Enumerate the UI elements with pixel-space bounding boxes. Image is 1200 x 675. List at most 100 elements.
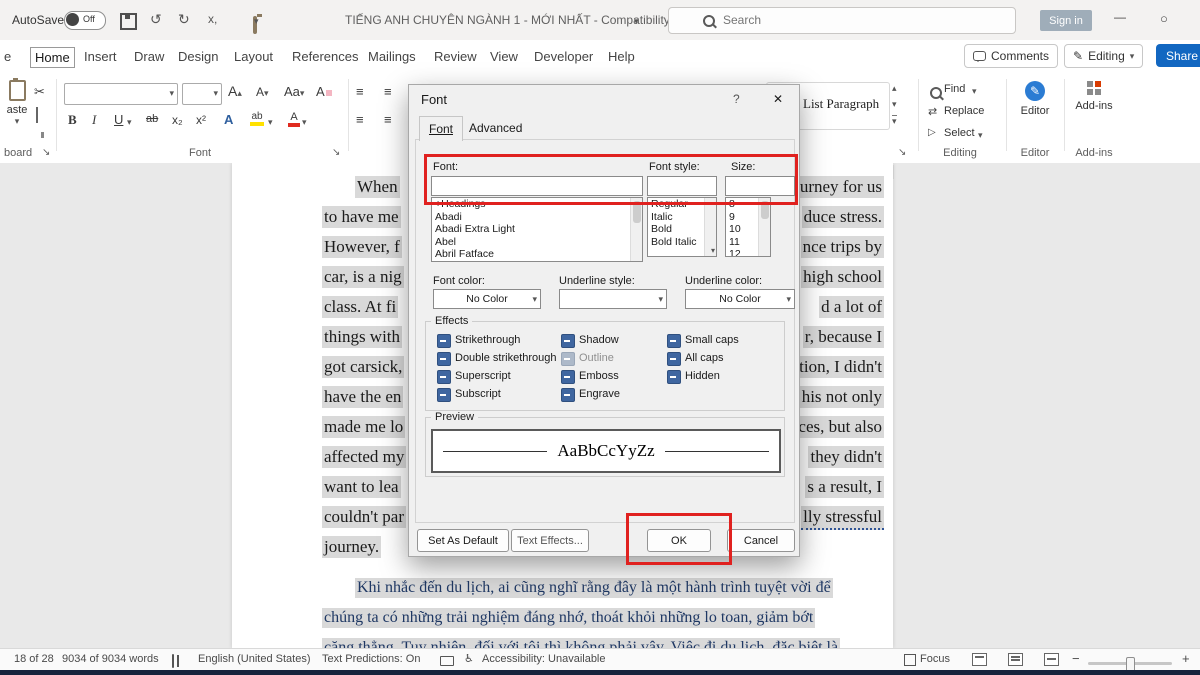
font-style-list[interactable]: Regular Italic Bold Bold Italic ▾ [647,197,717,257]
shrink-font-button[interactable]: A▾ [256,85,269,99]
strikethrough-checkbox-label[interactable]: Strikethrough [455,334,520,346]
subscript-checkbox[interactable] [437,388,451,402]
style-list-scrollbar[interactable]: ▾ [704,198,716,256]
doc-line[interactable]: class. At fi [322,296,398,318]
font-list-item[interactable]: Abril Fatface [432,248,642,261]
outline-checkbox[interactable] [561,352,575,366]
doc-line-vietnamese[interactable]: chúng ta có những trải nghiệm đáng nhớ, … [322,608,815,628]
print-layout-icon[interactable] [1008,653,1023,666]
doc-line[interactable]: d a lot of [819,296,884,318]
doc-line[interactable]: nce trips by [801,236,884,258]
bullets-button[interactable]: ≡ [356,84,364,99]
styles-scroll-up-icon[interactable]: ▴ [892,83,897,94]
double-strikethrough-checkbox-label[interactable]: Double strikethrough [455,352,557,364]
doc-line[interactable]: duce stress. [802,206,884,228]
font-list-item[interactable]: Abadi [432,211,642,224]
align-left-button[interactable]: ≡ [356,112,364,127]
display-settings-icon[interactable] [440,656,454,666]
editing-mode-button[interactable]: ✎ Editing ▾ [1064,44,1143,68]
doc-line[interactable]: r, because I [803,326,884,348]
change-case-button[interactable]: Aa▾ [284,84,304,99]
emboss-checkbox-label[interactable]: Emboss [579,370,619,382]
strikethrough-checkbox[interactable] [437,334,451,348]
tab-review[interactable]: Review [430,47,481,66]
doc-line[interactable]: journey. [322,536,381,558]
styles-scroll-down-icon[interactable]: ▾ [892,99,897,110]
dialog-help-icon[interactable]: ? [733,92,740,106]
replace-button[interactable]: Replace [944,105,984,117]
engrave-checkbox[interactable] [561,388,575,402]
bold-button[interactable]: B [68,112,77,128]
doc-line[interactable]: want to lea [322,476,401,498]
engrave-checkbox-label[interactable]: Engrave [579,388,620,400]
styles-launcher-icon[interactable]: ↘ [898,147,906,158]
paste-button[interactable]: aste ▾ [2,80,32,127]
double-strikethrough-checkbox[interactable] [437,352,451,366]
font-size-list[interactable]: 8 9 10 11 12 [725,197,771,257]
font-color-button[interactable]: A [288,111,300,127]
scrollbar-thumb[interactable] [761,201,769,219]
add-ins-button[interactable]: Add-ins [1070,81,1118,112]
scroll-down-icon[interactable]: ▾ [711,246,715,255]
minimize-icon[interactable]: — [1114,10,1126,24]
text-predictions-indicator[interactable]: Text Predictions: On [322,653,420,665]
access-icon[interactable]: ♿ [464,652,474,665]
font-list-item[interactable]: Abel [432,236,642,249]
tab-help[interactable]: Help [604,47,639,66]
doc-line[interactable]: When [355,176,400,198]
hidden-checkbox[interactable] [667,370,681,384]
window-restore-icon[interactable]: ○ [1160,11,1168,26]
page-indicator[interactable]: 18 of 28 [14,653,54,665]
doc-line[interactable]: to have me [322,206,401,228]
all-caps-checkbox-label[interactable]: All caps [685,352,724,364]
dialog-title-bar[interactable]: Font ? ✕ [409,85,799,113]
font-color-dropdown[interactable]: No Color ▾ [433,289,541,309]
doc-line[interactable]: they didn't [808,446,884,468]
doc-line[interactable]: s a result, I [805,476,884,498]
scrollbar-thumb[interactable] [633,201,641,223]
emboss-checkbox[interactable] [561,370,575,384]
copy-icon[interactable] [36,107,38,123]
doc-line[interactable]: high school [801,266,884,288]
dialog-tab-font[interactable]: Font [419,116,463,141]
font-style-input[interactable] [647,176,717,196]
autosave-toggle[interactable]: Off [64,11,106,30]
web-layout-icon[interactable] [1044,653,1059,666]
title-chevron-icon[interactable]: ▾ [634,16,639,27]
search-input[interactable]: Search [668,7,1016,34]
comments-button[interactable]: Comments [964,44,1058,68]
doc-line[interactable]: urney for us [798,176,884,198]
language-indicator[interactable]: English (United States) [198,653,311,665]
font-list-item[interactable]: Abadi Extra Light [432,223,642,236]
cancel-button[interactable]: Cancel [727,529,795,552]
underline-chevron-icon[interactable]: ▾ [127,117,132,128]
tab-view[interactable]: View [486,47,522,66]
superscript-checkbox[interactable] [437,370,451,384]
doc-line[interactable]: car, is a nig [322,266,404,288]
qat-chevron-icon[interactable]: ▾ [254,16,259,27]
font-list[interactable]: +Headings Abadi Abadi Extra Light Abel A… [431,197,643,262]
undo-icon[interactable]: ↺ [150,11,162,28]
hidden-checkbox-label[interactable]: Hidden [685,370,720,382]
underline-style-dropdown[interactable]: ▾ [559,289,667,309]
zoom-out-icon[interactable]: − [1072,651,1080,666]
small-caps-checkbox-label[interactable]: Small caps [685,334,739,346]
focus-icon[interactable] [904,654,916,666]
zoom-slider[interactable] [1088,662,1172,665]
proofing-icon[interactable] [172,654,174,668]
select-chevron-icon[interactable]: ▾ [978,130,983,141]
shadow-checkbox[interactable] [561,334,575,348]
doc-line[interactable]: things with [322,326,402,348]
select-button[interactable]: Select [944,127,975,139]
italic-button[interactable]: I [92,112,96,128]
tab-insert[interactable]: Insert [80,47,121,66]
all-caps-checkbox[interactable] [667,352,681,366]
share-button[interactable]: Share [1156,44,1200,67]
doc-line[interactable]: However, f [322,236,402,258]
doc-line[interactable]: tion, I didn't [797,356,884,378]
font-list-item[interactable]: +Headings [432,198,642,211]
numbering-button[interactable]: ≡ [384,84,392,99]
tab-layout[interactable]: Layout [230,47,277,66]
zoom-in-icon[interactable]: + [1182,651,1190,666]
clear-formatting-button[interactable]: A [316,84,332,99]
